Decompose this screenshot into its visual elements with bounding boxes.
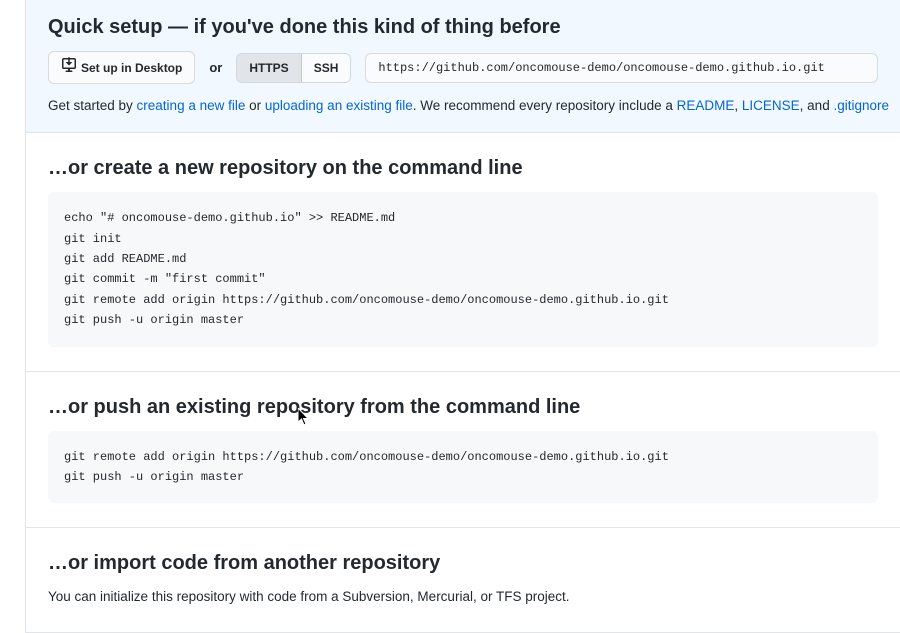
import-code-section: …or import code from another repository … xyxy=(26,528,900,631)
gitignore-link[interactable]: .gitignore xyxy=(833,98,889,113)
push-repo-code[interactable]: git remote add origin https://github.com… xyxy=(48,431,878,504)
desktop-download-icon xyxy=(61,57,77,78)
create-repo-section: …or create a new repository on the comma… xyxy=(26,133,900,371)
push-repo-heading: …or push an existing repository from the… xyxy=(48,396,878,419)
create-new-file-link[interactable]: creating a new file xyxy=(137,98,246,113)
setup-desktop-button[interactable]: Set up in Desktop xyxy=(48,51,195,84)
protocol-toggle-group: HTTPS SSH xyxy=(236,53,351,83)
quick-setup-heading: Quick setup — if you've done this kind o… xyxy=(48,16,878,39)
quick-setup-help-text: Get started by creating a new file or up… xyxy=(48,96,878,116)
ssh-button[interactable]: SSH xyxy=(302,54,351,82)
or-text: or xyxy=(209,60,222,75)
setup-row: Set up in Desktop or HTTPS SSH xyxy=(48,51,878,84)
create-repo-heading: …or create a new repository on the comma… xyxy=(48,157,878,180)
setup-desktop-label: Set up in Desktop xyxy=(81,59,182,77)
quick-setup-panel: Quick setup — if you've done this kind o… xyxy=(26,0,900,133)
clone-url-input[interactable] xyxy=(365,53,878,83)
push-repo-section: …or push an existing repository from the… xyxy=(26,372,900,529)
license-link[interactable]: LICENSE xyxy=(742,98,800,113)
upload-existing-file-link[interactable]: uploading an existing file xyxy=(265,98,413,113)
https-button[interactable]: HTTPS xyxy=(237,54,301,82)
import-code-text: You can initialize this repository with … xyxy=(48,587,878,607)
create-repo-code[interactable]: echo "# oncomouse-demo.github.io" >> REA… xyxy=(48,192,878,346)
readme-link[interactable]: README xyxy=(677,98,735,113)
import-code-heading: …or import code from another repository xyxy=(48,552,878,575)
